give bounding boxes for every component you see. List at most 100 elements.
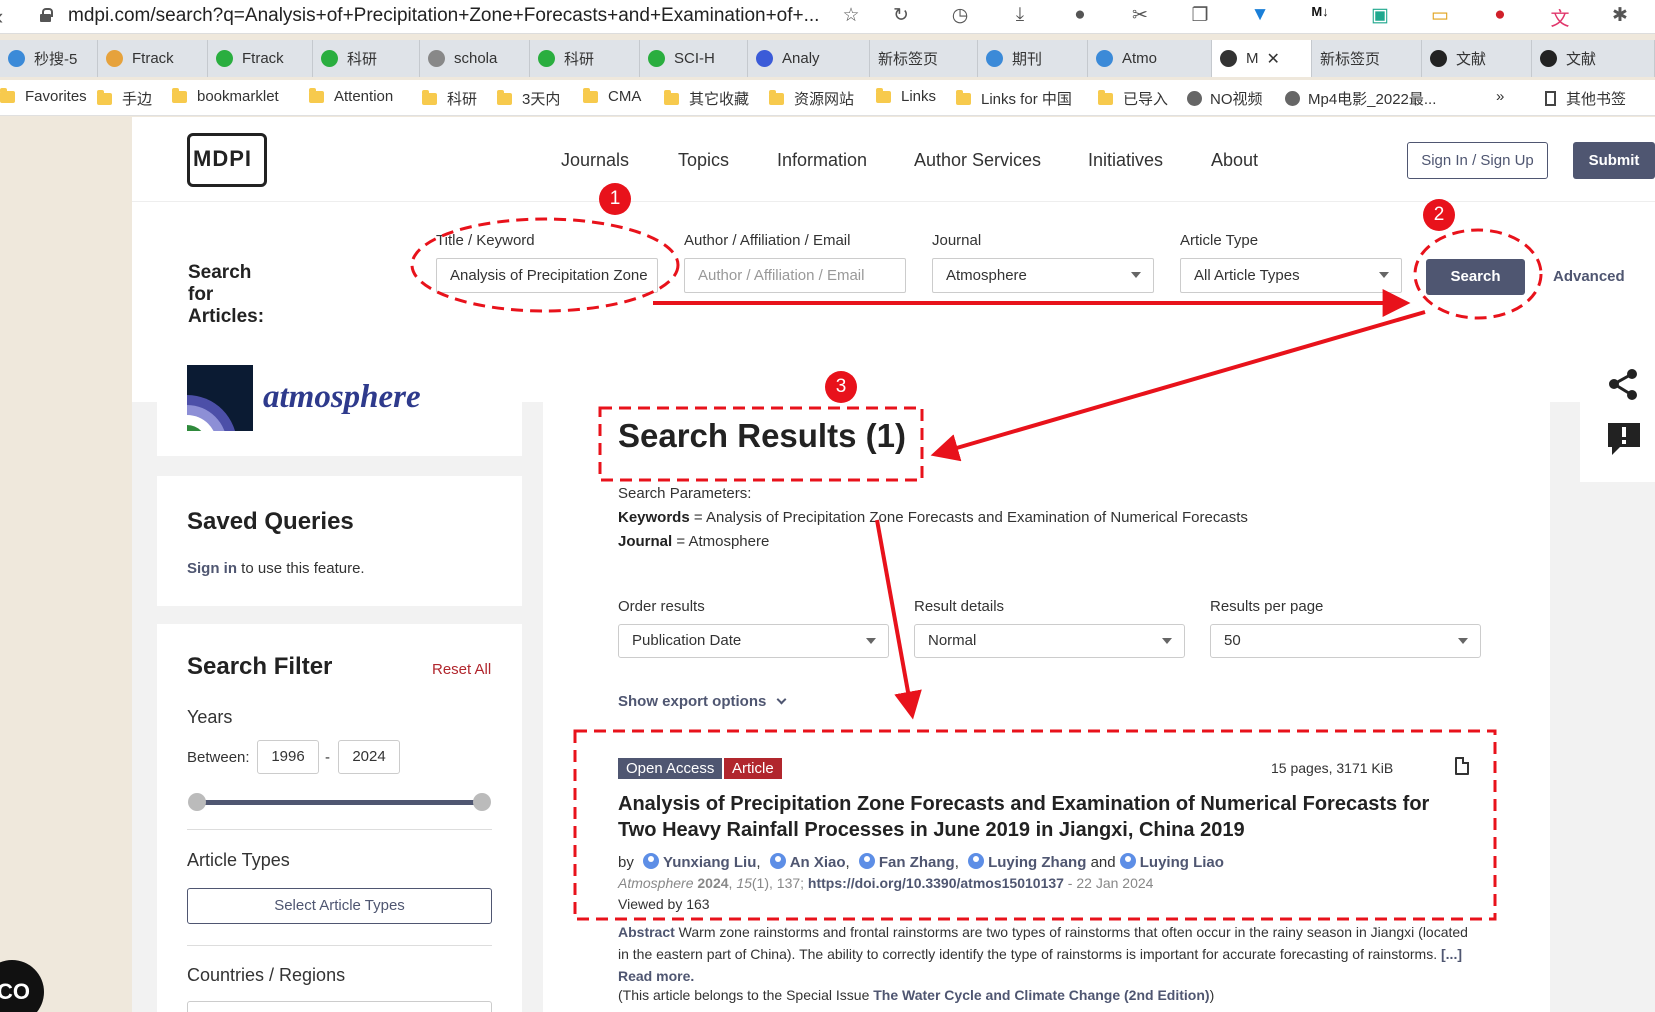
special-issue-link[interactable]: The Water Cycle and Climate Change (2nd … xyxy=(873,987,1209,1003)
chevron-down-icon xyxy=(776,694,787,705)
lock-icon[interactable] xyxy=(40,8,53,22)
nav-topics[interactable]: Topics xyxy=(678,150,729,171)
browser-tab[interactable]: schola xyxy=(420,40,530,77)
other-bookmarks[interactable]: 其他书签 xyxy=(1545,88,1626,109)
author-label: Author / Affiliation / Email xyxy=(684,232,851,249)
year-slider-max-handle[interactable] xyxy=(473,793,491,811)
doi-link[interactable]: https://doi.org/10.3390/atmos15010137 xyxy=(808,875,1064,891)
journal-card[interactable]: atmosphere xyxy=(157,341,522,456)
year-slider-min-handle[interactable] xyxy=(188,793,206,811)
browser-tab[interactable]: 科研 xyxy=(530,40,640,77)
bookmark-item[interactable]: 其它收藏 xyxy=(664,88,749,109)
download-icon[interactable]: ⤓ xyxy=(1007,4,1033,26)
tab-label: 科研 xyxy=(347,51,378,68)
bookmark-item[interactable]: Attention xyxy=(309,87,393,105)
star-icon[interactable]: ☆ xyxy=(838,4,864,27)
result-details-select[interactable]: Normal xyxy=(914,624,1185,658)
advanced-search-link[interactable]: Advanced xyxy=(1553,268,1625,285)
author-link[interactable]: Fan Zhang xyxy=(858,853,955,871)
nav-about[interactable]: About xyxy=(1211,150,1258,171)
extension-robot-icon[interactable]: ▣ xyxy=(1367,4,1393,27)
reload-icon[interactable]: ↻ xyxy=(888,4,914,27)
bookmark-item[interactable]: NO视频 xyxy=(1187,88,1263,109)
nav-information[interactable]: Information xyxy=(777,150,867,171)
year-from-input[interactable]: 1996 xyxy=(257,740,319,774)
browser-tab[interactable]: 秒搜-5 xyxy=(0,40,98,77)
url-text[interactable]: mdpi.com/search?q=Analysis+of+Precipitat… xyxy=(68,5,828,27)
browser-tab[interactable]: 期刊 xyxy=(978,40,1088,77)
author-link[interactable]: An Xiao xyxy=(769,853,846,871)
author-link[interactable]: Yunxiang Liu xyxy=(643,853,756,871)
mdpi-logo[interactable]: MDPI xyxy=(187,133,267,187)
bookmark-item[interactable]: CMA xyxy=(583,87,641,105)
order-results-select[interactable]: Publication Date xyxy=(618,624,889,658)
reset-all-link[interactable]: Reset All xyxy=(432,661,491,678)
title-keyword-input[interactable]: Analysis of Precipitation Zone xyxy=(436,258,658,293)
author-link[interactable]: Luying Zhang xyxy=(968,853,1086,871)
article-type-value: All Article Types xyxy=(1194,267,1300,284)
bookmark-item[interactable]: 资源网站 xyxy=(769,88,854,109)
extension-v-icon[interactable]: ▼ xyxy=(1247,4,1273,26)
more-bookmarks-icon[interactable]: » xyxy=(1496,88,1504,105)
author-link[interactable]: Luying Liao xyxy=(1119,853,1224,871)
browser-tab[interactable]: Ftrack xyxy=(208,40,313,77)
browser-tab[interactable]: 文献 xyxy=(1422,40,1532,77)
folder-icon xyxy=(956,89,971,105)
browser-tab[interactable]: 文献 xyxy=(1532,40,1655,77)
browser-tab[interactable]: M ✕ xyxy=(1212,40,1312,77)
copy-icon[interactable]: ❐ xyxy=(1187,4,1213,27)
back-arrow-icon[interactable]: ‹ xyxy=(0,4,3,30)
bookmark-item[interactable]: Links xyxy=(876,87,936,105)
year-to-input[interactable]: 2024 xyxy=(338,740,400,774)
browser-tab[interactable]: SCI-H xyxy=(640,40,748,77)
author-input[interactable]: Author / Affiliation / Email xyxy=(684,258,906,293)
notification-extension-icon[interactable]: ● xyxy=(1487,4,1513,26)
special-issue-prefix: (This article belongs to the Special Iss… xyxy=(618,987,874,1003)
select-article-types-button[interactable]: Select Article Types xyxy=(187,888,492,924)
translate-icon[interactable]: 文 xyxy=(1547,4,1573,31)
sign-in-link[interactable]: Sign in xyxy=(187,560,237,577)
bookmark-item[interactable]: Favorites xyxy=(0,87,87,105)
browser-tab[interactable]: Analy xyxy=(748,40,870,77)
article-type-select[interactable]: All Article Types xyxy=(1180,258,1402,293)
search-button[interactable]: Search xyxy=(1426,259,1525,295)
feedback-icon[interactable] xyxy=(1608,423,1640,455)
extension-coin-icon[interactable]: ● xyxy=(1067,4,1093,26)
result-details-label: Result details xyxy=(914,598,1005,615)
bookmark-item[interactable]: 科研 xyxy=(422,88,477,109)
nav-initiatives[interactable]: Initiatives xyxy=(1088,150,1163,171)
browser-tab[interactable]: 科研 xyxy=(313,40,420,77)
nav-journals[interactable]: Journals xyxy=(561,150,629,171)
results-per-page-select[interactable]: 50 xyxy=(1210,624,1481,658)
citation-issue: (1), 137; xyxy=(751,875,808,891)
show-export-options-link[interactable]: Show export options xyxy=(618,693,787,710)
pdf-download-icon[interactable] xyxy=(1455,757,1469,775)
bookmark-item[interactable]: 手边 xyxy=(97,88,152,109)
puzzle-icon[interactable]: ✱ xyxy=(1607,4,1633,27)
bookmark-item[interactable]: Mp4电影_2022最... xyxy=(1285,88,1436,109)
folder-extension-icon[interactable]: ▭ xyxy=(1427,4,1453,27)
sign-in-button[interactable]: Sign In / Sign Up xyxy=(1407,142,1548,179)
bookmark-item[interactable]: 已导入 xyxy=(1098,88,1168,109)
share-icon[interactable] xyxy=(1609,369,1637,400)
nav-author-services[interactable]: Author Services xyxy=(914,150,1041,171)
history-icon[interactable]: ◷ xyxy=(947,4,973,27)
bookmark-item[interactable]: bookmarklet xyxy=(172,87,279,105)
markdown-icon[interactable]: M↓ xyxy=(1307,4,1333,19)
year-slider-track[interactable] xyxy=(197,800,482,805)
scissors-icon[interactable]: ✂ xyxy=(1127,4,1153,27)
browser-tab[interactable]: Atmo xyxy=(1088,40,1212,77)
browser-tab[interactable]: 新标签页 xyxy=(870,40,978,77)
submit-button[interactable]: Submit xyxy=(1573,142,1655,179)
browser-tab[interactable]: Ftrack xyxy=(98,40,208,77)
countries-select[interactable] xyxy=(187,1001,492,1012)
journal-select[interactable]: Atmosphere xyxy=(932,258,1154,293)
bookmark-item[interactable]: Links for 中国 xyxy=(956,88,1072,109)
bookmark-item[interactable]: 3天内 xyxy=(497,88,560,109)
person-icon xyxy=(1119,853,1136,869)
article-title-link[interactable]: Analysis of Precipitation Zone Forecasts… xyxy=(618,791,1448,843)
chat-widget-button[interactable]: CO xyxy=(0,960,44,1012)
browser-tab[interactable]: 新标签页 xyxy=(1312,40,1422,77)
citation-volume: 15 xyxy=(736,875,752,891)
close-tab-icon[interactable]: ✕ xyxy=(1267,49,1280,69)
